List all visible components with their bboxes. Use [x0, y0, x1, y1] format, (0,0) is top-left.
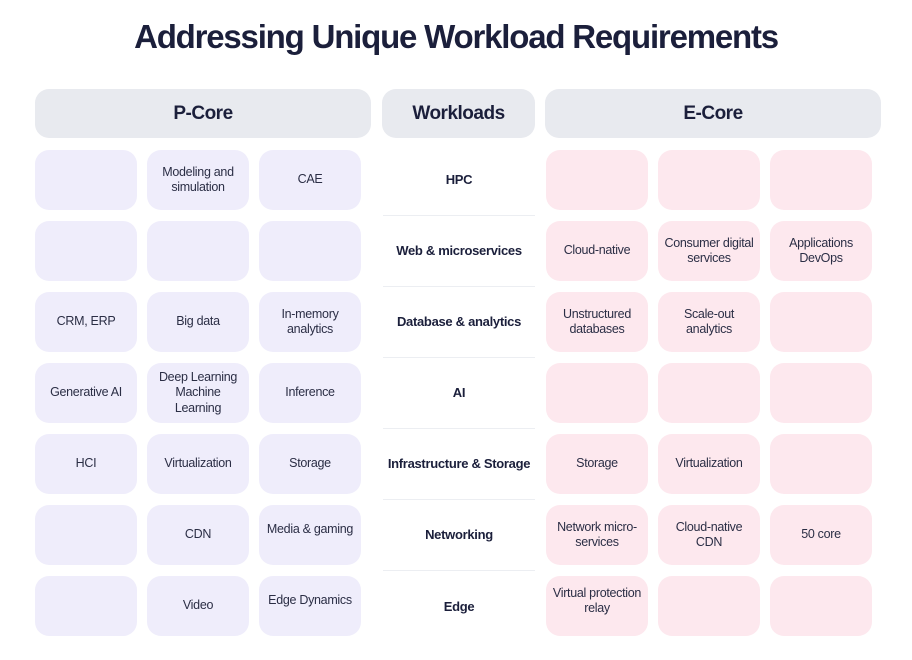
p-core-grid: Modeling and simulation CAE CRM, ERP Big da… — [35, 150, 361, 636]
workloads-header: Workloads — [382, 89, 535, 138]
e-core-cell — [770, 363, 872, 423]
e-core-cell — [770, 434, 872, 494]
e-core-cell — [770, 576, 872, 636]
e-core-grid: Cloud-native Consumer digital services App… — [546, 150, 872, 636]
e-core-cell: 50 core — [770, 505, 872, 565]
p-core-header: P-Core — [35, 89, 371, 138]
e-core-cell: Cloud-native — [546, 221, 648, 281]
e-core-cell: Storage — [546, 434, 648, 494]
p-core-cell: In-memory analytics — [259, 292, 361, 352]
e-core-cell — [770, 292, 872, 352]
p-core-cell — [35, 576, 137, 636]
e-core-cell: Cloud-native CDN — [658, 505, 760, 565]
p-core-cell: Storage — [259, 434, 361, 494]
p-core-cell: CDN — [147, 505, 249, 565]
p-core-cell: Deep Learning Machine Learning — [147, 363, 249, 423]
e-core-cell: Unstructured databases — [546, 292, 648, 352]
page-title: Addressing Unique Workload Requirements — [134, 18, 779, 55]
workloads-column: HPC Web & microservices Database & analyti… — [383, 145, 535, 642]
workload-label: Networking — [383, 500, 535, 571]
workload-label: AI — [383, 358, 535, 429]
p-core-cell: HCI — [35, 434, 137, 494]
p-core-cell: CRM, ERP — [35, 292, 137, 352]
e-core-header: E-Core — [545, 89, 881, 138]
p-core-cell: Media & gaming — [259, 505, 361, 565]
p-core-cell: Virtualization — [147, 434, 249, 494]
e-core-cell — [658, 150, 760, 210]
e-core-cell: Network micro-services — [546, 505, 648, 565]
e-core-cell — [770, 150, 872, 210]
p-core-cell — [35, 150, 137, 210]
e-core-cell: Applications DevOps — [770, 221, 872, 281]
e-core-cell: Consumer digital services — [658, 221, 760, 281]
workload-label: HPC — [383, 145, 535, 216]
p-core-cell — [147, 221, 249, 281]
p-core-cell: Generative AI — [35, 363, 137, 423]
e-core-cell — [546, 150, 648, 210]
workload-label: Infrastructure & Storage — [383, 429, 535, 500]
p-core-cell: Big data — [147, 292, 249, 352]
e-core-cell — [546, 363, 648, 423]
workload-label: Web & microservices — [383, 216, 535, 287]
p-core-cell: Inference — [259, 363, 361, 423]
e-core-cell: Virtualization — [658, 434, 760, 494]
p-core-cell — [35, 505, 137, 565]
e-core-cell — [658, 363, 760, 423]
workload-label: Edge — [443, 598, 475, 614]
p-core-cell: Video — [147, 576, 249, 636]
p-core-cell: Edge Dynamics — [259, 576, 361, 636]
p-core-cell: Modeling and simulation — [147, 150, 249, 210]
p-core-cell: CAE — [259, 150, 361, 210]
e-core-cell — [658, 576, 760, 636]
e-core-cell: Virtual protection relay — [546, 576, 648, 636]
p-core-cell — [35, 221, 137, 281]
workload-label: Database & analytics — [383, 287, 535, 358]
e-core-cell: Scale-out analytics — [658, 292, 760, 352]
p-core-cell — [259, 221, 361, 281]
